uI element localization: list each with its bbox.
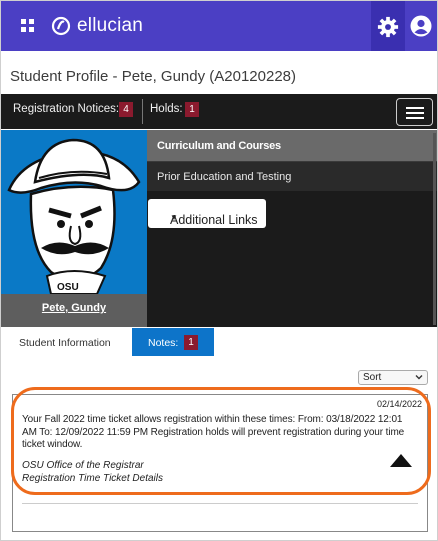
grid-icon[interactable] [21, 19, 35, 33]
top-navigation-bar: ellucian [1, 1, 437, 51]
registration-notices-label: Registration Notices: [13, 103, 120, 115]
status-bar: Registration Notices: 4 Holds: 1 [1, 94, 437, 129]
notes-count-badge: 1 [184, 335, 198, 350]
additional-links-dropdown-button[interactable]: Additional Links ▼ [148, 199, 266, 228]
chevron-down-icon [415, 375, 423, 380]
registration-notices-badge[interactable]: 4 [119, 102, 133, 117]
panel-scrollbar[interactable] [433, 133, 436, 325]
student-name-bar: Pete, Gundy [1, 294, 147, 327]
caret-down-icon: ▼ [170, 213, 178, 222]
pistol-pete-mascot-image: OSU [7, 138, 141, 294]
menu-item-label: Curriculum and Courses [157, 140, 281, 152]
sort-selected-value: Sort [363, 372, 382, 383]
menu-item-curriculum-and-courses[interactable]: Curriculum and Courses [147, 130, 437, 161]
tab-label: Notes: [148, 337, 179, 349]
brand-name: ellucian [77, 15, 144, 36]
menu-item-prior-education-and-testing[interactable]: Prior Education and Testing [147, 161, 437, 191]
student-photo: OSU [1, 130, 147, 294]
tab-student-information[interactable]: Student Information [1, 328, 132, 356]
note-date: 02/14/2022 [377, 399, 423, 409]
note-text: Your Fall 2022 time ticket allows regist… [22, 414, 405, 450]
ellucian-logo[interactable]: ellucian [51, 14, 143, 38]
note-author: OSU Office of the Registrar [22, 460, 144, 471]
gear-icon [377, 16, 399, 38]
hamburger-menu-button[interactable] [396, 98, 433, 126]
profile-menu-panel: Curriculum and Courses Prior Education a… [147, 130, 437, 327]
student-name-link[interactable]: Pete, Gundy [1, 302, 147, 314]
settings-button[interactable] [371, 1, 405, 51]
tab-notes[interactable]: Notes: 1 [132, 328, 214, 356]
menu-item-label: Prior Education and Testing [157, 171, 292, 183]
note-subject: Registration Time Ticket Details [22, 473, 163, 484]
svg-text:OSU: OSU [57, 282, 79, 293]
app-frame: ellucian Student Profile - Pete, Gundy (… [0, 0, 438, 541]
user-icon[interactable] [410, 15, 432, 37]
sort-select[interactable]: Sort [358, 370, 428, 385]
collapse-up-arrow-icon[interactable] [390, 454, 412, 467]
page-title: Student Profile - Pete, Gundy (A20120228… [10, 68, 297, 85]
holds-badge[interactable]: 1 [185, 102, 199, 117]
note-divider [22, 503, 418, 504]
additional-links-label: Additional Links [170, 213, 258, 227]
status-divider [142, 99, 143, 124]
profile-tabs: Student Information Notes: 1 [1, 328, 437, 356]
ellucian-logo-icon [51, 16, 71, 36]
tab-label: Student Information [19, 337, 111, 349]
holds-label: Holds: [150, 103, 183, 115]
